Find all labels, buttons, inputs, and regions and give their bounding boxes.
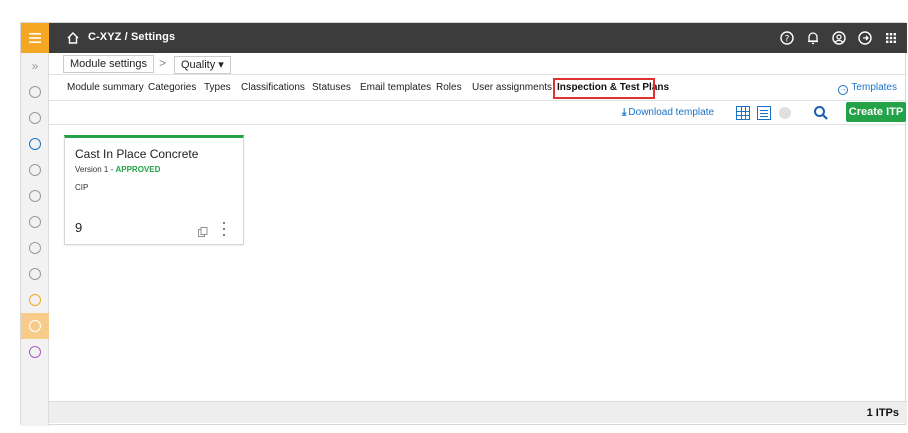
settings-tabs: Module summary Categories Types Classifi… [49,75,907,101]
sign-out-icon[interactable] [857,30,873,46]
create-itp-button[interactable]: Create ITP [846,102,906,122]
svg-text:?: ? [785,35,790,45]
download-template-label: Download template [628,107,715,118]
help-icon[interactable]: ? [779,30,795,46]
top-bar: C-XYZ / Settings ? [21,23,907,53]
tab-classifications[interactable]: Classifications [241,82,305,93]
rail-module-icon[interactable] [21,79,49,105]
expand-rail-icon[interactable]: » [21,53,49,79]
active-tab-highlight [553,78,655,99]
tab-user-assignments[interactable]: User assignments [472,82,552,93]
rail-module-icon[interactable] [21,287,49,313]
rail-module-icon[interactable] [21,157,49,183]
chevron-right-icon: > [159,56,167,70]
home-icon[interactable] [66,31,80,45]
rail-module-icon[interactable] [21,131,49,157]
itp-card[interactable]: Cast In Place Concrete Version 1 - APPRO… [64,135,244,245]
templates-link[interactable]: → Templates [838,82,897,95]
download-template-link[interactable]: ⤓ Download template [622,107,714,118]
list-view-icon[interactable] [757,106,771,120]
grid-view-icon[interactable] [736,106,750,120]
arrow-circle-icon: → [838,85,849,95]
search-icon[interactable] [813,105,829,121]
rail-module-icon[interactable] [21,261,49,287]
rail-module-icon[interactable] [21,209,49,235]
download-icon: ⤓ [622,107,627,118]
apps-grid-icon[interactable] [883,30,899,46]
tab-categories[interactable]: Categories [148,82,196,93]
breadcrumb[interactable]: C-XYZ / Settings [88,31,175,43]
module-settings-button[interactable]: Module settings [63,55,155,73]
results-footer: 1 ITPs [49,401,907,423]
templates-link-label: Templates [851,82,897,93]
itp-card-version: Version 1 - APPROVED [75,165,160,174]
copy-icon[interactable] [198,224,208,237]
app-frame: C-XYZ / Settings ? » Module settings > Q… [20,22,907,426]
left-rail: » [21,53,49,426]
tab-module-summary[interactable]: Module summary [67,82,144,93]
tab-roles[interactable]: Roles [436,82,462,93]
rail-module-icon[interactable] [21,235,49,261]
itp-card-code: CIP [75,183,89,192]
itp-card-count: 9 [75,220,83,235]
tab-types[interactable]: Types [204,82,231,93]
itp-count: 1 ITPs [866,407,899,419]
rail-module-icon[interactable] [21,339,49,365]
more-options-icon[interactable] [221,222,227,236]
version-label: Version 1 - [75,165,116,174]
user-icon[interactable] [831,30,847,46]
hamburger-menu-icon[interactable] [21,23,49,53]
quality-dropdown[interactable]: Quality ▾ [174,56,231,74]
rail-module-icon[interactable] [21,105,49,131]
itp-card-title[interactable]: Cast In Place Concrete [75,147,198,161]
bell-icon[interactable] [805,30,821,46]
rail-quality-icon[interactable] [21,313,49,339]
module-breadcrumb-bar: Module settings > Quality ▾ [49,53,907,75]
tab-email-templates[interactable]: Email templates [360,82,431,93]
rail-module-icon[interactable] [21,183,49,209]
status-badge: APPROVED [115,165,161,174]
tab-statuses[interactable]: Statuses [312,82,351,93]
disabled-view-icon [779,107,791,119]
itp-toolbar: ⤓ Download template Create ITP [49,101,907,125]
